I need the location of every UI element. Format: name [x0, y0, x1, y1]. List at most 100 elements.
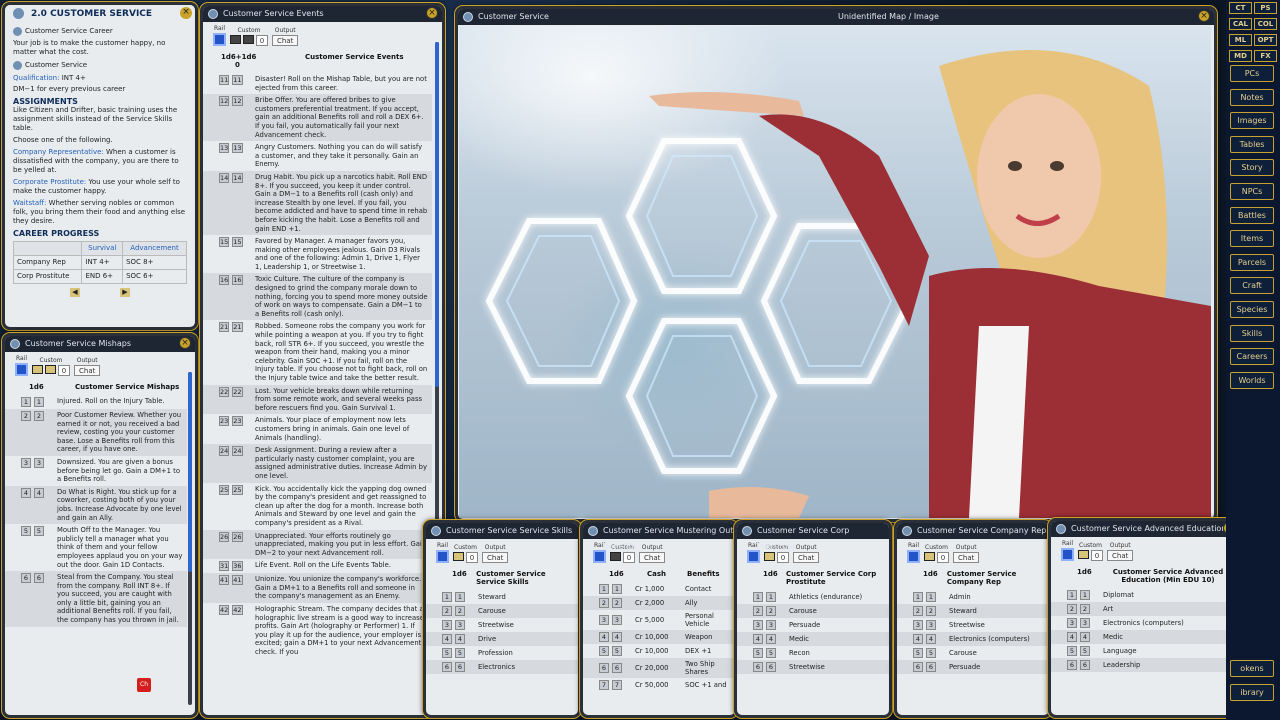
roll-button[interactable]: 2: [913, 606, 923, 616]
image-window-titlebar[interactable]: Customer Service Unidentified Map / Imag…: [458, 9, 1214, 25]
tab-images[interactable]: Images: [1230, 112, 1274, 129]
roll-button[interactable]: 1: [442, 592, 452, 602]
roll-button[interactable]: 5: [599, 646, 609, 656]
rail-toggle[interactable]: [1061, 548, 1074, 561]
roll-button[interactable]: 12: [219, 96, 229, 106]
scroll-thumb[interactable]: [435, 42, 439, 387]
roll-button[interactable]: 2: [442, 606, 452, 616]
roll-button[interactable]: 1: [21, 397, 31, 407]
skills-titlebar[interactable]: Customer Service Service Skills: [426, 523, 578, 539]
tab-notes[interactable]: Notes: [1230, 89, 1274, 106]
roll-button[interactable]: 7: [599, 680, 609, 690]
roll-button[interactable]: 31: [219, 561, 229, 571]
dice-icon[interactable]: [32, 365, 43, 374]
chat-button[interactable]: Chat: [482, 552, 508, 563]
close-icon[interactable]: ×: [180, 7, 192, 19]
next-arrow-icon[interactable]: ▶: [120, 288, 130, 297]
roll-button[interactable]: 1: [913, 592, 923, 602]
roll-button[interactable]: 23: [219, 416, 229, 426]
roll-button[interactable]: 14: [219, 173, 229, 183]
roll-button[interactable]: 5: [753, 648, 763, 658]
roll-button[interactable]: 6: [442, 662, 452, 672]
rail-toggle[interactable]: [436, 550, 449, 563]
tab-pcs[interactable]: PCs: [1230, 65, 1274, 82]
dice-icon[interactable]: [45, 365, 56, 374]
roll-button[interactable]: 2: [753, 606, 763, 616]
roll-button[interactable]: 41: [219, 575, 229, 585]
prostitute-titlebar[interactable]: Customer Service Corp Prostitute: [737, 523, 889, 539]
roll-button[interactable]: 13: [219, 143, 229, 153]
close-icon[interactable]: ×: [426, 7, 438, 19]
roll-button[interactable]: 1: [1067, 590, 1077, 600]
career-titlebar[interactable]: 2.0 CUSTOMER SERVICE ×: [5, 5, 195, 23]
custom-value[interactable]: 0: [937, 552, 949, 563]
chat-button[interactable]: Chat: [639, 552, 665, 563]
scroll-thumb[interactable]: [188, 372, 192, 572]
roll-button[interactable]: 5: [21, 526, 31, 536]
roll-button[interactable]: 5: [1067, 646, 1077, 656]
custom-value[interactable]: 0: [1091, 550, 1103, 561]
rail-toggle[interactable]: [213, 33, 226, 46]
roll-button[interactable]: 2: [1067, 604, 1077, 614]
dice-icon[interactable]: [230, 35, 241, 44]
tab-species[interactable]: Species: [1230, 301, 1274, 318]
advanced-titlebar[interactable]: Customer Service Advanced Education×: [1051, 521, 1239, 537]
chat-badge[interactable]: Ch: [137, 678, 151, 692]
tab-library[interactable]: ibrary: [1230, 684, 1274, 701]
chat-button[interactable]: Chat: [1107, 550, 1133, 561]
prev-arrow-icon[interactable]: ◀: [70, 288, 80, 297]
tab-skills[interactable]: Skills: [1230, 325, 1274, 342]
roll-button[interactable]: 1: [753, 592, 763, 602]
roll-button[interactable]: 4: [913, 634, 923, 644]
roll-button[interactable]: 2: [599, 598, 609, 608]
rail-toggle[interactable]: [907, 550, 920, 563]
benefits-titlebar[interactable]: Customer Service Mustering Out Benefits: [583, 523, 735, 539]
dice-icon[interactable]: [243, 35, 254, 44]
dice-icon[interactable]: [1078, 550, 1089, 559]
roll-button[interactable]: 4: [1067, 632, 1077, 642]
rail-toggle[interactable]: [15, 363, 28, 376]
roll-button[interactable]: 11: [219, 75, 229, 85]
mini-button-opt[interactable]: OPT: [1254, 34, 1277, 46]
dice-icon[interactable]: [453, 552, 464, 561]
roll-button[interactable]: 3: [21, 458, 31, 468]
mini-button-ct[interactable]: CT: [1229, 2, 1252, 14]
chat-button[interactable]: Chat: [793, 552, 819, 563]
dice-icon[interactable]: [924, 552, 935, 561]
roll-button[interactable]: 4: [753, 634, 763, 644]
tab-craft[interactable]: Craft: [1230, 277, 1274, 294]
mini-button-ml[interactable]: ML: [1229, 34, 1252, 46]
events-titlebar[interactable]: Customer Service Events ×: [203, 6, 442, 22]
roll-button[interactable]: 25: [219, 485, 229, 495]
chat-button[interactable]: Chat: [272, 35, 298, 46]
career-link[interactable]: Customer Service Career: [13, 27, 187, 36]
mini-button-fx[interactable]: FX: [1254, 50, 1277, 62]
roll-button[interactable]: 3: [913, 620, 923, 630]
roll-button[interactable]: 4: [442, 634, 452, 644]
tab-worlds[interactable]: Worlds: [1230, 372, 1274, 389]
chat-button[interactable]: Chat: [74, 365, 100, 376]
mini-button-ps[interactable]: PS: [1254, 2, 1277, 14]
custom-value[interactable]: 0: [466, 552, 478, 563]
mini-button-cal[interactable]: CAL: [1229, 18, 1252, 30]
roll-button[interactable]: 21: [219, 322, 229, 332]
custom-value[interactable]: 0: [58, 365, 70, 376]
roll-button[interactable]: 6: [21, 573, 31, 583]
roll-button[interactable]: 22: [219, 387, 229, 397]
mini-button-md[interactable]: MD: [1229, 50, 1252, 62]
roll-button[interactable]: 4: [21, 488, 31, 498]
tab-story[interactable]: Story: [1230, 159, 1274, 176]
chat-button[interactable]: Chat: [953, 552, 979, 563]
tab-npcs[interactable]: NPCs: [1230, 183, 1274, 200]
roll-button[interactable]: 1: [599, 584, 609, 594]
scrollbar[interactable]: [188, 372, 192, 705]
mishaps-titlebar[interactable]: Customer Service Mishaps ×: [5, 336, 195, 352]
tab-parcels[interactable]: Parcels: [1230, 254, 1274, 271]
roll-button[interactable]: 3: [753, 620, 763, 630]
roll-button[interactable]: 6: [1067, 660, 1077, 670]
roll-button[interactable]: 16: [219, 275, 229, 285]
tab-tokens[interactable]: okens: [1230, 660, 1274, 677]
roll-button[interactable]: 3: [599, 615, 609, 625]
custom-value[interactable]: 0: [256, 35, 268, 46]
roll-button[interactable]: 5: [913, 648, 923, 658]
